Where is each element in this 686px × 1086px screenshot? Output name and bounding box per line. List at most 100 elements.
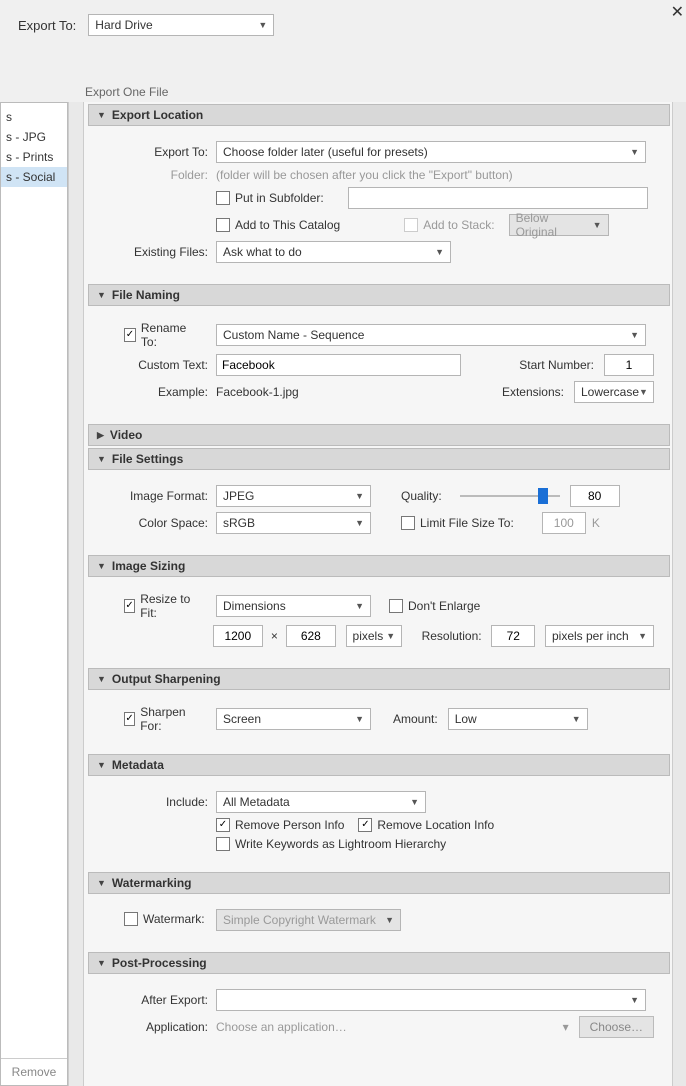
remove-person-label: Remove Person Info bbox=[235, 818, 344, 832]
quality-label: Quality: bbox=[401, 489, 442, 503]
chevron-down-icon: ▼ bbox=[572, 714, 581, 724]
close-icon[interactable]: ✕ bbox=[671, 2, 684, 22]
quality-input[interactable] bbox=[570, 485, 620, 507]
chevron-down-icon: ▼ bbox=[593, 220, 602, 230]
section-title: Image Sizing bbox=[112, 559, 185, 573]
chevron-down-icon: ▼ bbox=[386, 631, 395, 641]
section-watermarking-header[interactable]: ▼ Watermarking bbox=[88, 872, 670, 894]
write-keywords-checkbox[interactable]: Write Keywords as Lightroom Hierarchy bbox=[216, 837, 446, 851]
watermark-select: Simple Copyright Watermark ▼ bbox=[216, 909, 401, 931]
resolution-unit-select[interactable]: pixels per inch ▼ bbox=[545, 625, 654, 647]
width-input[interactable] bbox=[213, 625, 263, 647]
section-sharpening-header[interactable]: ▼ Output Sharpening bbox=[88, 668, 670, 690]
subfolder-input[interactable] bbox=[348, 187, 648, 209]
color-space-select[interactable]: sRGB ▼ bbox=[216, 512, 371, 534]
resize-mode-select[interactable]: Dimensions ▼ bbox=[216, 595, 371, 617]
write-keywords-label: Write Keywords as Lightroom Hierarchy bbox=[235, 837, 446, 851]
resolution-unit-value: pixels per inch bbox=[552, 629, 629, 643]
triangle-down-icon: ▼ bbox=[97, 290, 106, 300]
existing-files-value: Ask what to do bbox=[223, 245, 302, 259]
section-export-location-header[interactable]: ▼ Export Location bbox=[88, 104, 670, 126]
triangle-down-icon: ▼ bbox=[97, 878, 106, 888]
extensions-select[interactable]: Lowercase ▼ bbox=[574, 381, 654, 403]
application-label: Application: bbox=[104, 1020, 216, 1034]
custom-text-input[interactable] bbox=[216, 354, 461, 376]
existing-files-select[interactable]: Ask what to do ▼ bbox=[216, 241, 451, 263]
sharpen-for-select[interactable]: Screen ▼ bbox=[216, 708, 371, 730]
add-to-catalog-checkbox[interactable]: Add to This Catalog bbox=[216, 218, 340, 232]
export-to-select[interactable]: Hard Drive ▼ bbox=[88, 14, 274, 36]
triangle-down-icon: ▼ bbox=[97, 561, 106, 571]
add-to-catalog-label: Add to This Catalog bbox=[235, 218, 340, 232]
size-unit-value: pixels bbox=[353, 629, 384, 643]
export-to-folder-value: Choose folder later (useful for presets) bbox=[223, 145, 428, 159]
sidebar-item[interactable]: s - Social bbox=[1, 167, 67, 187]
resolution-input[interactable] bbox=[491, 625, 535, 647]
sidebar-scrollbar[interactable] bbox=[68, 102, 84, 1086]
sidebar-item[interactable]: s - JPG bbox=[1, 127, 67, 147]
chevron-down-icon: ▼ bbox=[258, 20, 267, 30]
limit-filesize-input[interactable] bbox=[542, 512, 586, 534]
section-file-settings-header[interactable]: ▼ File Settings bbox=[88, 448, 670, 470]
after-export-value bbox=[223, 993, 226, 1007]
chevron-down-icon: ▼ bbox=[385, 915, 394, 925]
section-title: Watermarking bbox=[112, 876, 192, 890]
after-export-label: After Export: bbox=[104, 993, 216, 1007]
example-value: Facebook-1.jpg bbox=[216, 385, 299, 399]
remove-person-checkbox[interactable]: Remove Person Info bbox=[216, 818, 344, 832]
height-input[interactable] bbox=[286, 625, 336, 647]
start-number-input[interactable] bbox=[604, 354, 654, 376]
existing-files-label: Existing Files: bbox=[104, 245, 216, 259]
image-format-label: Image Format: bbox=[104, 489, 216, 503]
chevron-down-icon: ▼ bbox=[630, 147, 639, 157]
section-title: Post-Processing bbox=[112, 956, 207, 970]
after-export-select[interactable]: ▼ bbox=[216, 989, 646, 1011]
application-placeholder: Choose an application… bbox=[216, 1020, 563, 1034]
sharpen-for-value: Screen bbox=[223, 712, 261, 726]
sidebar-item[interactable]: s bbox=[1, 107, 67, 127]
folder-label: Folder: bbox=[104, 168, 216, 182]
limit-filesize-label: Limit File Size To: bbox=[420, 516, 514, 530]
section-video-header[interactable]: ▶ Video bbox=[88, 424, 670, 446]
chevron-down-icon: ▼ bbox=[435, 247, 444, 257]
section-metadata-header[interactable]: ▼ Metadata bbox=[88, 754, 670, 776]
section-file-naming-header[interactable]: ▼ File Naming bbox=[88, 284, 670, 306]
image-format-value: JPEG bbox=[223, 489, 254, 503]
chevron-down-icon: ▼ bbox=[355, 714, 364, 724]
resize-mode-value: Dimensions bbox=[223, 599, 286, 613]
section-post-processing-header[interactable]: ▼ Post-Processing bbox=[88, 952, 670, 974]
color-space-label: Color Space: bbox=[104, 516, 216, 530]
quality-slider[interactable] bbox=[460, 488, 560, 504]
section-image-sizing-header[interactable]: ▼ Image Sizing bbox=[88, 555, 670, 577]
below-original-select: Below Original ▼ bbox=[509, 214, 609, 236]
export-to-value: Hard Drive bbox=[95, 18, 152, 32]
section-title: Export Location bbox=[112, 108, 203, 122]
include-select[interactable]: All Metadata ▼ bbox=[216, 791, 426, 813]
sharpen-for-label: Sharpen For: bbox=[140, 705, 194, 733]
image-format-select[interactable]: JPEG ▼ bbox=[216, 485, 371, 507]
limit-filesize-checkbox[interactable]: Limit File Size To: bbox=[401, 516, 514, 530]
section-title: File Naming bbox=[112, 288, 180, 302]
sharpen-for-checkbox[interactable]: Sharpen For: bbox=[124, 705, 194, 733]
triangle-down-icon: ▼ bbox=[97, 958, 106, 968]
watermark-checkbox[interactable]: Watermark: bbox=[124, 912, 205, 926]
add-to-stack-checkbox: Add to Stack: bbox=[404, 218, 494, 232]
amount-select[interactable]: Low ▼ bbox=[448, 708, 588, 730]
times-separator: × bbox=[263, 629, 286, 643]
rename-to-checkbox[interactable]: Rename To: bbox=[124, 321, 194, 349]
remove-location-checkbox[interactable]: Remove Location Info bbox=[358, 818, 494, 832]
chevron-down-icon: ▼ bbox=[355, 491, 364, 501]
dont-enlarge-checkbox[interactable]: Don't Enlarge bbox=[389, 599, 480, 613]
filename-template-select[interactable]: Custom Name - Sequence ▼ bbox=[216, 324, 646, 346]
remove-button[interactable]: Remove bbox=[1, 1058, 67, 1085]
resize-to-fit-checkbox[interactable]: Resize to Fit: bbox=[124, 592, 194, 620]
triangle-down-icon: ▼ bbox=[97, 674, 106, 684]
size-unit-select[interactable]: pixels ▼ bbox=[346, 625, 403, 647]
put-in-subfolder-checkbox[interactable]: Put in Subfolder: bbox=[216, 191, 324, 205]
panel-scrollbar[interactable] bbox=[672, 102, 686, 1086]
section-title: File Settings bbox=[112, 452, 183, 466]
custom-text-label: Custom Text: bbox=[104, 358, 216, 372]
export-to-label2: Export To: bbox=[104, 145, 216, 159]
sidebar-item[interactable]: s - Prints bbox=[1, 147, 67, 167]
export-to-folder-select[interactable]: Choose folder later (useful for presets)… bbox=[216, 141, 646, 163]
